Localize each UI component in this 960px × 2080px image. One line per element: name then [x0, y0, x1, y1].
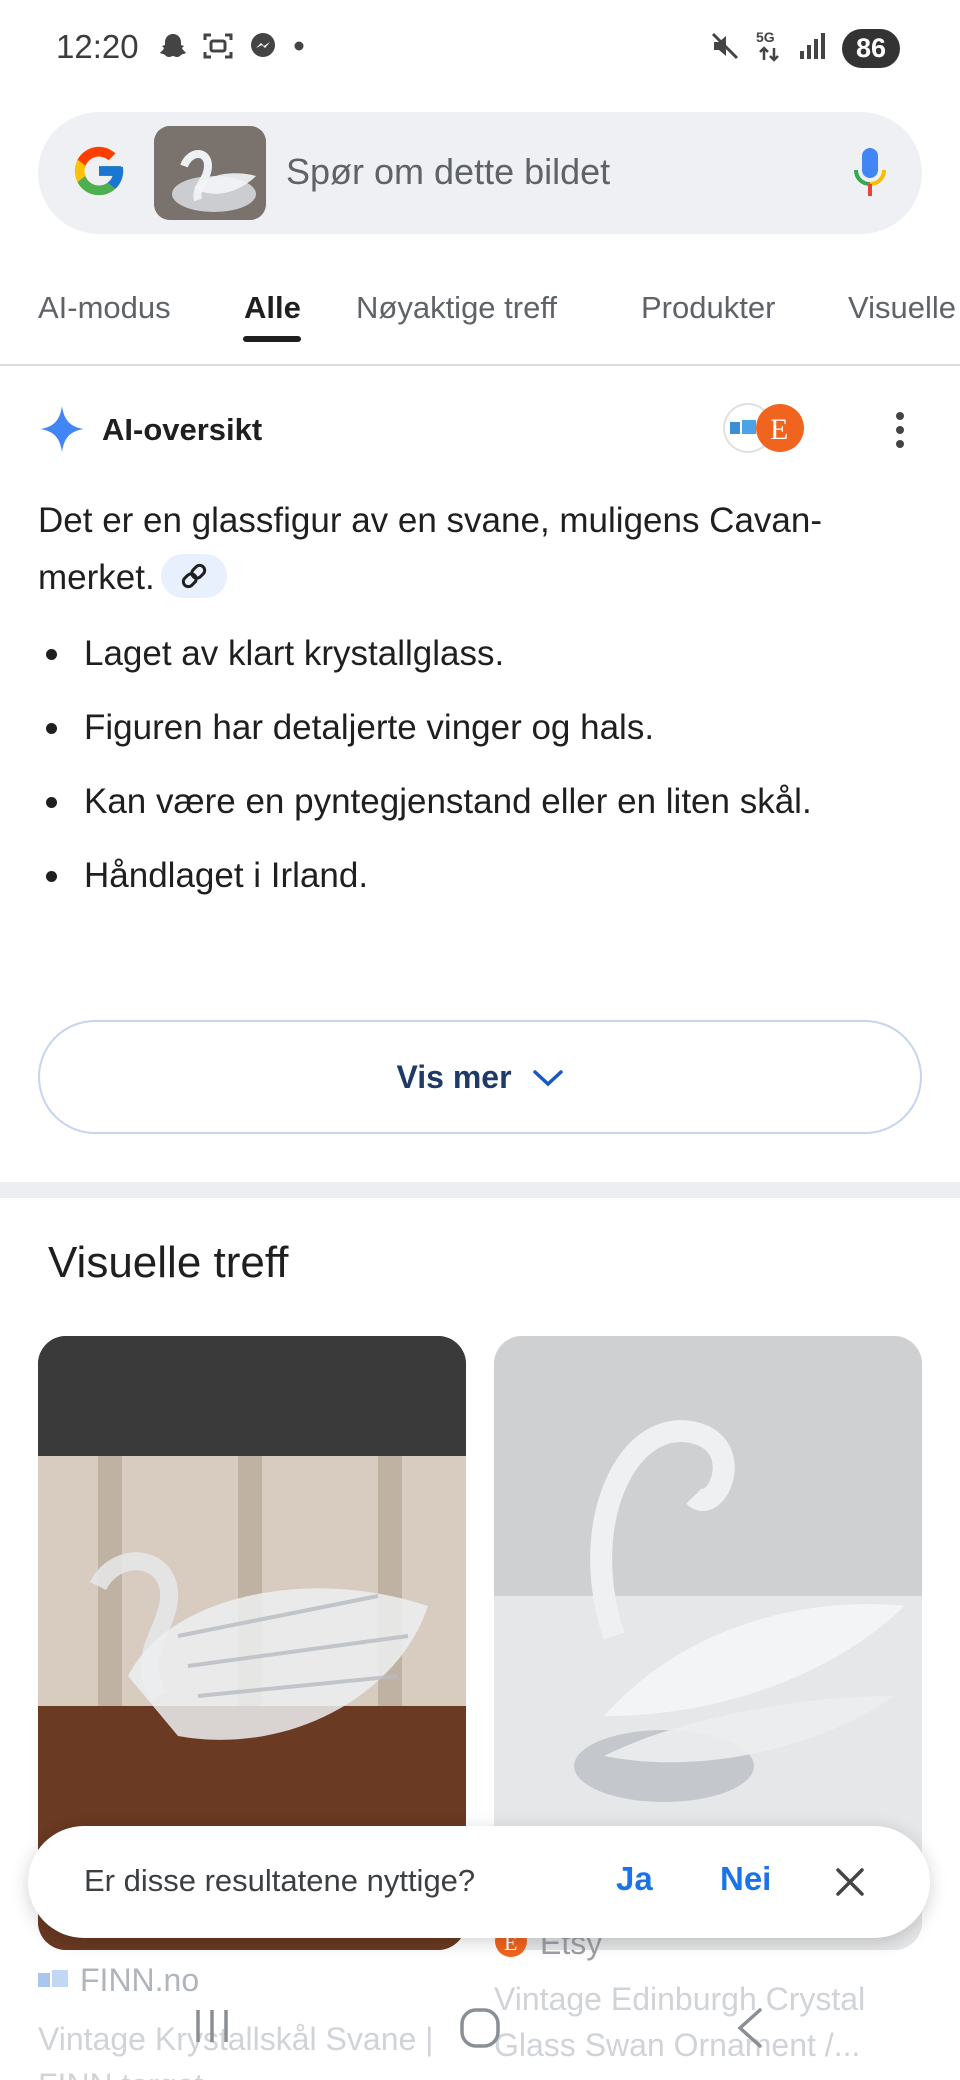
ai-overview-summary: Det er en glassfigur av en svane, mulige… [38, 492, 918, 606]
feedback-question: Er disse resultatene nyttige? [84, 1863, 476, 1898]
tab-visual[interactable]: Visuelle [848, 290, 956, 326]
dot-icon [292, 39, 306, 58]
home-icon[interactable] [456, 2004, 504, 2057]
tab-all[interactable]: Alle [244, 290, 301, 326]
search-bar[interactable]: Spør om dette bildet [38, 112, 922, 234]
section-divider [0, 1182, 960, 1198]
svg-text:E: E [770, 413, 788, 446]
tab-ai-mode[interactable]: AI-modus [38, 290, 171, 326]
more-options-icon[interactable] [888, 408, 912, 452]
show-more-label: Vis mer [396, 1058, 512, 1095]
list-item: Figuren har detaljerte vinger og hals. [38, 700, 938, 774]
show-more-button[interactable]: Vis mer [38, 1020, 922, 1134]
ai-overview-bullets: Laget av klart krystallglass. Figuren ha… [38, 626, 938, 922]
back-icon[interactable] [730, 2004, 770, 2057]
mute-icon [710, 31, 740, 66]
list-item: Laget av klart krystallglass. [38, 626, 938, 700]
list-item: Kan være en pyntegjenstand eller en lite… [38, 774, 938, 848]
source-link-chip[interactable] [160, 553, 227, 598]
visual-matches-heading: Visuelle treff [48, 1238, 289, 1287]
tab-products[interactable]: Produkter [641, 290, 775, 326]
google-logo [70, 142, 128, 205]
svg-text:5G: 5G [756, 29, 775, 45]
search-tabs: AI-modus Alle Nøyaktige treff Produkter … [0, 270, 960, 366]
system-icons: 5G 86 [710, 26, 900, 70]
recent-apps-icon[interactable] [190, 2004, 234, 2053]
5g-icon: 5G [754, 28, 784, 69]
chevron-down-icon [532, 1059, 564, 1096]
search-image-thumbnail[interactable] [154, 126, 266, 220]
source-badges[interactable]: E [720, 402, 810, 454]
feedback-prompt: Er disse resultatene nyttige? Ja Nei [28, 1826, 930, 1938]
list-item: Håndlaget i Irland. [38, 848, 938, 922]
tab-exact-matches[interactable]: Nøyaktige treff [356, 290, 557, 326]
status-time: 12:20 [56, 28, 139, 65]
battery-icon: 86 [842, 28, 900, 68]
ai-overview-title: AI-oversikt [102, 412, 263, 447]
signal-icon [798, 31, 828, 66]
gemini-sparkle-icon [38, 404, 86, 459]
ai-summary-text: Det er en glassfigur av en svane, mulige… [38, 501, 823, 597]
status-bar: 12:20 5G 86 [0, 0, 960, 96]
notification-icons [158, 28, 306, 68]
active-tab-indicator [243, 336, 301, 342]
feedback-no-button[interactable]: Nei [720, 1860, 771, 1898]
system-nav-bar [0, 1980, 960, 2080]
close-icon[interactable] [832, 1864, 868, 1900]
mic-icon[interactable] [852, 146, 888, 205]
screenshot-icon [202, 31, 234, 66]
feedback-yes-button[interactable]: Ja [616, 1860, 653, 1898]
messenger-icon [248, 31, 278, 66]
search-input[interactable]: Spør om dette bildet [286, 151, 610, 193]
snapchat-icon [158, 31, 188, 66]
